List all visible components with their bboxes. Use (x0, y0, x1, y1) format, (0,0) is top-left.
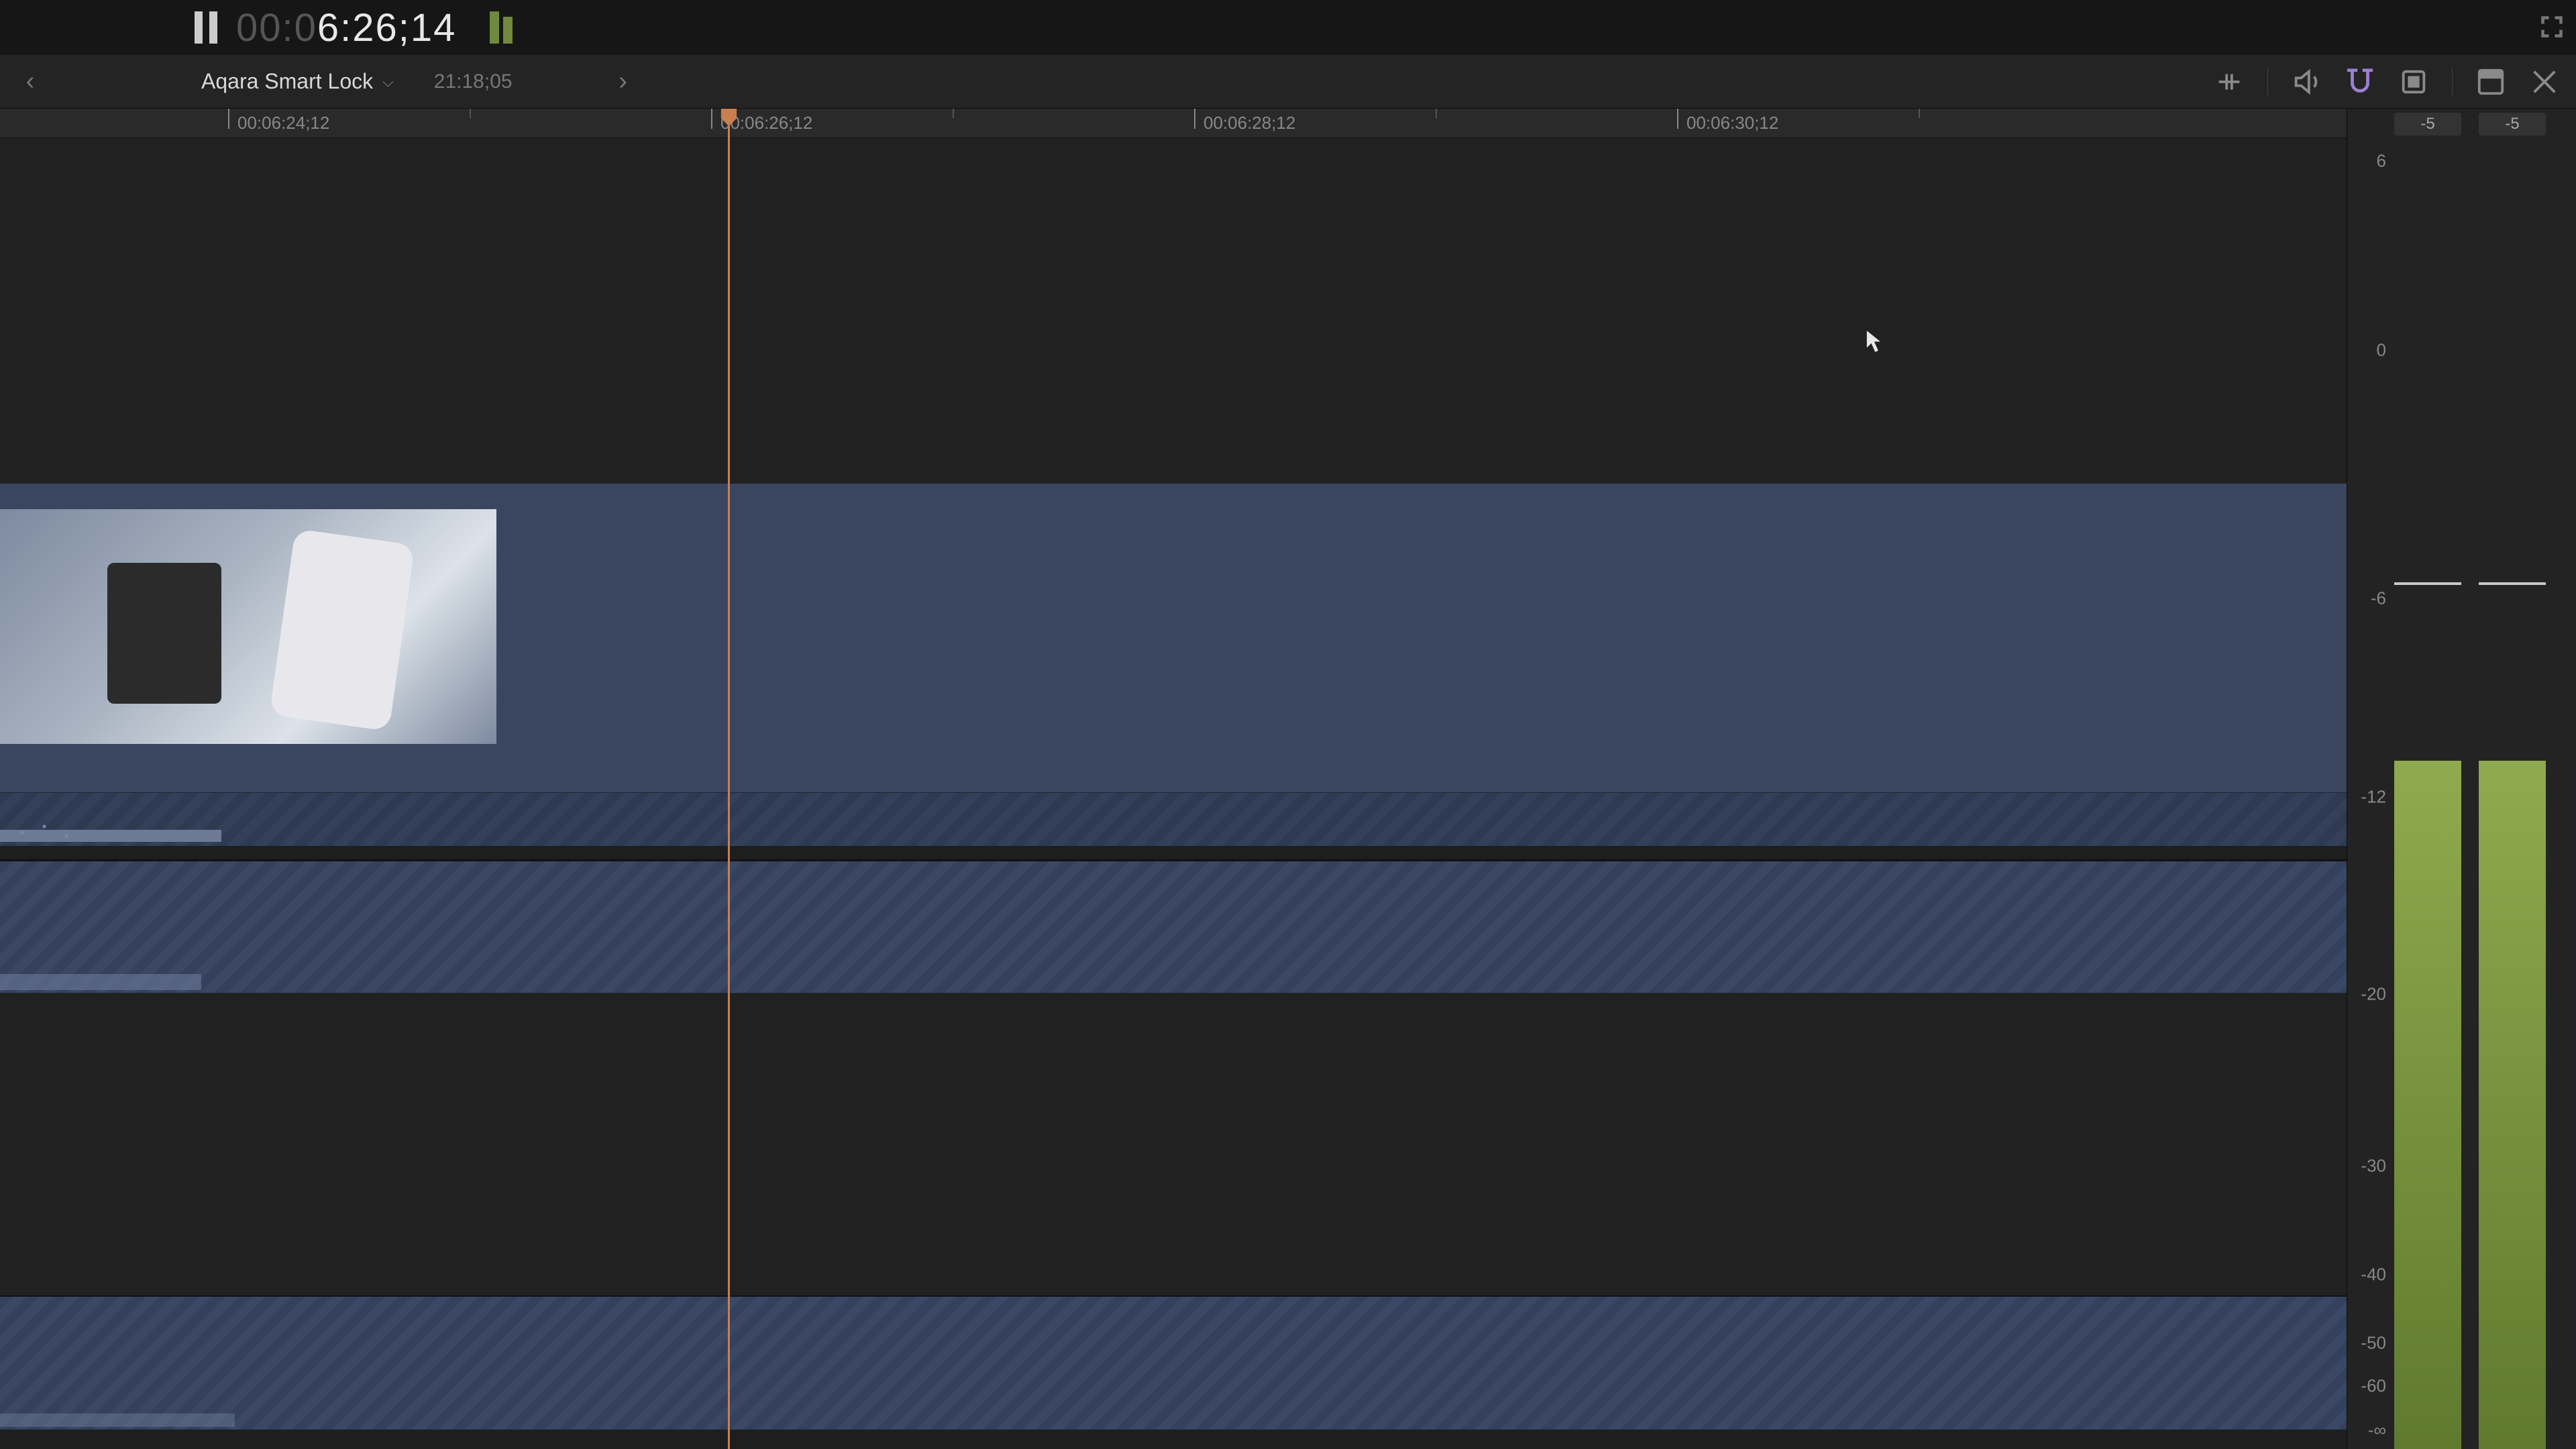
clip-thumbnail (0, 509, 496, 744)
chevron-down-icon: ⌵ (382, 73, 394, 91)
toolbar-separator (2452, 68, 2453, 95)
skimming-icon[interactable] (2214, 66, 2245, 97)
audio-skimming-icon[interactable] (2291, 66, 2322, 97)
ruler-timecode: 00:06:30;12 (1686, 113, 1778, 133)
meter-scale-label: -40 (2354, 1265, 2386, 1285)
current-timecode[interactable]: 00:06:26;14 (236, 5, 456, 50)
playhead[interactable] (728, 109, 730, 1449)
empty-track-upper (0, 138, 2347, 484)
meter-scale-label: -∞ (2354, 1420, 2386, 1441)
clip-attached-audio[interactable] (0, 792, 2347, 846)
audio-waveform (0, 974, 201, 990)
audio-clip-1[interactable] (0, 859, 2347, 994)
timecode-main: 6:26;14 (317, 6, 457, 50)
peak-right[interactable]: -5 (2479, 113, 2546, 136)
project-title-dropdown[interactable]: Aqara Smart Lock ⌵ (201, 69, 394, 94)
meter-scale-label: -60 (2354, 1376, 2386, 1397)
project-bar: ‹ Aqara Smart Lock ⌵ 21:18;05 › (0, 55, 2576, 109)
snapping-icon[interactable] (2345, 66, 2375, 97)
nav-forward-icon[interactable]: › (593, 67, 653, 96)
timeline-toolbar (2214, 55, 2560, 108)
project-title-label: Aqara Smart Lock (201, 69, 373, 94)
timeline-ruler[interactable]: 00:06:24;1200:06:26;1200:06:28;1200:06:3… (0, 109, 2347, 138)
meter-scale-label: -50 (2354, 1333, 2386, 1354)
audio-waveform (0, 1413, 235, 1427)
video-clip[interactable] (0, 484, 2347, 846)
audio-clip-2[interactable] (0, 1295, 2347, 1430)
ruler-timecode: 00:06:24;12 (237, 113, 329, 133)
meter-scale-label: 6 (2354, 151, 2386, 172)
meter-scale-label: 0 (2354, 340, 2386, 361)
timeline-area[interactable] (0, 138, 2347, 1449)
meter-scale-label: -20 (2354, 984, 2386, 1005)
audio-meter-panel: -5 -5 6 0 -6 -12 -20 -30 -40 -50 -60 -∞ (2347, 109, 2576, 1449)
ruler-timecode: 00:06:28;12 (1203, 113, 1295, 133)
timeline-index-icon[interactable] (2475, 66, 2506, 97)
mini-audio-meter (490, 11, 513, 44)
meter-bar-right (2479, 761, 2546, 1449)
playhead-handle[interactable] (719, 109, 739, 128)
audio-waveform (0, 811, 221, 842)
meter-hold-left (2394, 582, 2461, 585)
timecode-prefix: 00:0 (236, 6, 317, 50)
empty-track-lower (0, 994, 2347, 1295)
meter-bar-left (2394, 761, 2461, 1449)
meter-hold-right (2479, 582, 2546, 585)
project-duration: 21:18;05 (434, 70, 513, 93)
pause-button[interactable] (195, 11, 217, 44)
effects-icon[interactable] (2529, 66, 2560, 97)
solo-icon[interactable] (2398, 66, 2429, 97)
meter-scale-label: -12 (2354, 787, 2386, 808)
meter-scale-label: -6 (2354, 588, 2386, 609)
toolbar-separator (2267, 68, 2268, 95)
nav-back-icon[interactable]: ‹ (0, 67, 60, 96)
transport-bar: 00:06:26;14 (0, 0, 2576, 55)
peak-left[interactable]: -5 (2394, 113, 2461, 136)
meter-scale-label: -30 (2354, 1156, 2386, 1177)
fullscreen-icon[interactable] (2540, 15, 2564, 39)
